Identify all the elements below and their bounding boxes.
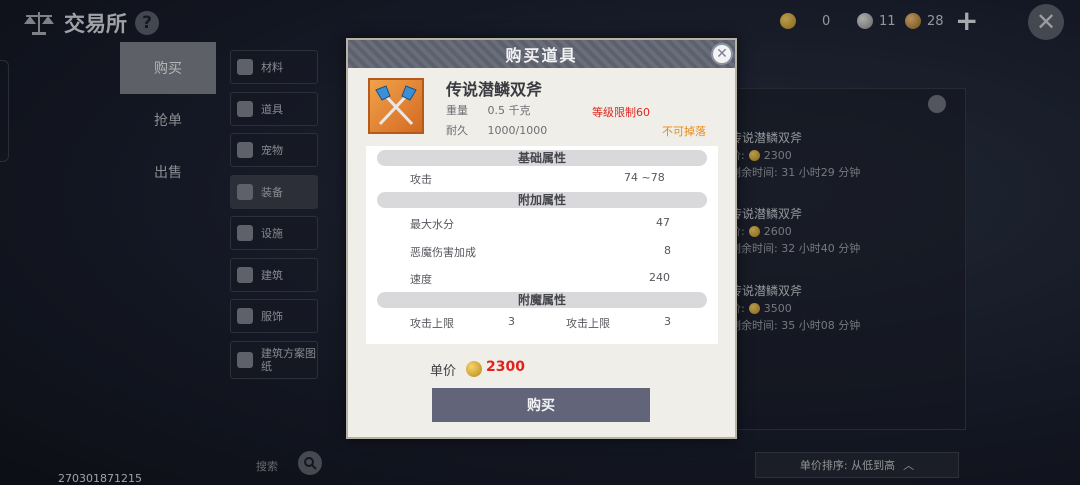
durability-row: 耐久 1000/1000: [446, 122, 547, 138]
unit-price-label: 单价: [430, 364, 457, 379]
durability-label: 耐久: [446, 124, 468, 137]
weight-row: 重量 0.5 千克: [446, 102, 531, 118]
dialog-title: 购买道具: [348, 40, 735, 68]
no-drop-tag: 不可掉落: [662, 125, 706, 138]
durability-value: 1000/1000: [487, 124, 548, 137]
attr-label: 攻击上限: [566, 317, 610, 330]
attr-value: 3: [664, 315, 671, 328]
attr-value: 3: [508, 315, 515, 328]
level-requirement: 等级限制60: [592, 106, 650, 119]
weight-label: 重量: [446, 104, 468, 117]
buy-button[interactable]: 购买: [432, 388, 650, 422]
attr-label: 速度: [410, 273, 432, 286]
item-name: 传说潜鳞双斧: [446, 80, 543, 99]
twin-axes-icon: [368, 78, 424, 134]
attr-label: 攻击上限: [410, 317, 454, 330]
attr-value: 47: [656, 216, 670, 229]
attr-value: 74 ~78: [624, 171, 665, 184]
attr-label: 攻击: [410, 173, 432, 186]
dialog-close-button[interactable]: ✕: [711, 43, 733, 65]
attr-label: 恶魔伤害加成: [410, 246, 476, 259]
gold-coin-icon: [466, 361, 482, 377]
attr-value: 240: [649, 271, 670, 284]
attr-label: 最大水分: [410, 218, 454, 231]
attribute-panel: 基础属性 攻击 74 ~78 附加属性 最大水分 47 恶魔伤害加成 8 速度 …: [366, 146, 718, 344]
purchase-dialog: 购买道具 ✕ 传说潜鳞双斧 重量 0.5 千克 耐久 1000/1000 等级限…: [346, 38, 737, 439]
weight-value: 0.5 千克: [487, 104, 531, 117]
unit-price-value: 2300: [486, 359, 525, 375]
extra-attr-heading: 附加属性: [377, 192, 707, 208]
close-icon: ✕: [716, 46, 728, 62]
enchant-attr-heading: 附魔属性: [377, 292, 707, 308]
attr-value: 8: [664, 244, 671, 257]
basic-attr-heading: 基础属性: [377, 150, 707, 166]
